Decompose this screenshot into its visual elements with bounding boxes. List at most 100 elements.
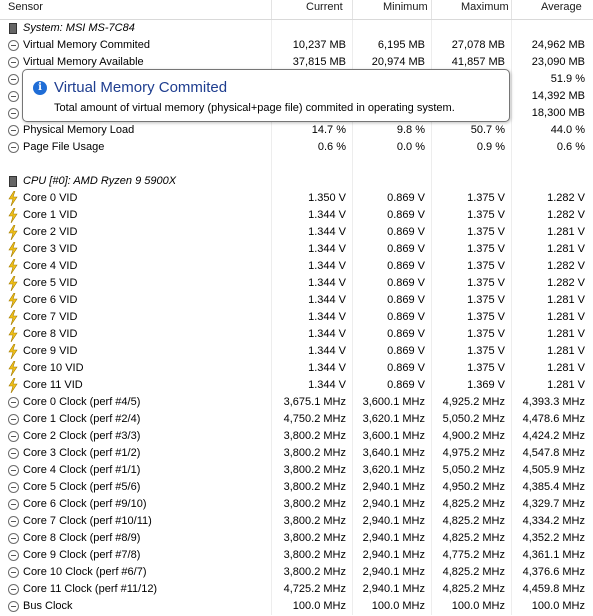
chip-icon [9,176,17,187]
minimum-value: 6,195 MB [377,39,425,51]
table-row[interactable]: Core 2 Clock (perf #3/3) 3,800.2 MHz 3,600… [0,428,593,445]
table-row[interactable]: Core 4 Clock (perf #1/1) 3,800.2 MHz 3,620… [0,462,593,479]
table-row[interactable]: Core 6 Clock (perf #9/10) 3,800.2 MHz 2,94… [0,496,593,513]
table-row[interactable]: Core 4 VID 1.344 V 0.869 V 1.375 V 1.282 V [0,258,593,275]
minimum-value: 0.869 V [387,243,425,255]
column-divider [511,394,512,411]
voltage-bolt-icon [8,276,18,291]
minimum-value: 0.869 V [387,260,425,272]
table-row[interactable]: Core 10 Clock (perf #6/7) 3,800.2 MHz 2,94… [0,564,593,581]
column-divider [431,377,432,394]
column-divider [511,564,512,581]
column-divider [511,360,512,377]
table-row[interactable]: Virtual Memory Commited 10,237 MB 6,195 MB… [0,37,593,54]
column-divider [271,326,272,343]
current-value: 1.344 V [308,226,346,238]
average-value: 4,478.6 MHz [522,413,585,425]
section-header-row[interactable]: System: MSI MS-7C84 [0,20,593,37]
table-row[interactable]: Core 9 VID 1.344 V 0.869 V 1.375 V 1.281 V [0,343,593,360]
column-divider [352,173,353,190]
table-row[interactable]: Core 1 Clock (perf #2/4) 4,750.2 MHz 3,620… [0,411,593,428]
average-value: 23,090 MB [531,56,585,68]
voltage-bolt-icon [8,327,18,342]
table-row[interactable]: Core 8 VID 1.344 V 0.869 V 1.375 V 1.281 V [0,326,593,343]
table-row[interactable]: Core 5 Clock (perf #5/6) 3,800.2 MHz 2,940… [0,479,593,496]
table-row[interactable]: Core 8 Clock (perf #8/9) 3,800.2 MHz 2,940… [0,530,593,547]
table-row[interactable]: Core 11 VID 1.344 V 0.869 V 1.369 V 1.281 V [0,377,593,394]
column-divider[interactable] [271,0,272,19]
table-row[interactable]: Core 10 VID 1.344 V 0.869 V 1.375 V 1.281 V [0,360,593,377]
sensor-name: Core 4 VID [23,260,78,272]
table-row[interactable]: Bus Clock 100.0 MHz 100.0 MHz 100.0 MHz 100.… [0,598,593,615]
tooltip-title: Virtual Memory Commited [54,79,228,96]
sensor-name: CPU [#0]: AMD Ryzen 9 5900X [23,175,177,187]
header-sensor[interactable]: Sensor [8,0,43,19]
table-row[interactable]: Physical Memory Load 14.7 % 9.8 % 50.7 % 44.… [0,122,593,139]
column-divider [511,326,512,343]
header-minimum[interactable]: Minimum [383,0,428,19]
maximum-value: 1.375 V [467,345,505,357]
column-divider [431,530,432,547]
table-row[interactable]: Core 0 VID 1.350 V 0.869 V 1.375 V 1.282 V [0,190,593,207]
table-row[interactable]: Core 3 VID 1.344 V 0.869 V 1.375 V 1.281 V [0,241,593,258]
blank-row[interactable] [0,156,593,173]
column-divider [511,496,512,513]
column-divider [271,547,272,564]
table-row[interactable]: Core 7 Clock (perf #10/11) 3,800.2 MHz 2,9… [0,513,593,530]
maximum-value: 4,825.2 MHz [442,498,505,510]
header-maximum[interactable]: Maximum [461,0,509,19]
column-divider[interactable] [431,0,432,19]
table-row[interactable]: Core 3 Clock (perf #1/2) 3,800.2 MHz 3,640… [0,445,593,462]
sensor-name: System: MSI MS-7C84 [23,22,135,34]
table-row[interactable]: Core 5 VID 1.344 V 0.869 V 1.375 V 1.282 V [0,275,593,292]
maximum-value: 5,050.2 MHz [442,413,505,425]
gauge-icon [8,465,19,476]
maximum-value: 0.9 % [476,141,505,153]
average-value: 4,334.2 MHz [522,515,585,527]
column-divider [352,377,353,394]
column-divider [271,139,272,156]
table-row[interactable]: Core 11 Clock (perf #11/12) 4,725.2 MHz 2,… [0,581,593,598]
average-value: 4,352.2 MHz [522,532,585,544]
table-row[interactable]: Core 6 VID 1.344 V 0.869 V 1.375 V 1.281 V [0,292,593,309]
table-row[interactable]: Core 7 VID 1.344 V 0.869 V 1.375 V 1.281 V [0,309,593,326]
column-divider [352,411,353,428]
current-value: 4,750.2 MHz [283,413,346,425]
table-row[interactable]: Core 9 Clock (perf #7/8) 3,800.2 MHz 2,940… [0,547,593,564]
current-value: 1.344 V [308,379,346,391]
column-divider [431,479,432,496]
column-divider [431,496,432,513]
column-divider [511,547,512,564]
sensor-name: Core 11 Clock (perf #11/12) [23,583,158,595]
minimum-value: 0.869 V [387,311,425,323]
current-value: 1.344 V [308,345,346,357]
sensor-name: Core 0 Clock (perf #4/5) [23,396,141,408]
column-divider [511,479,512,496]
column-divider [511,54,512,71]
header-average[interactable]: Average [541,0,582,19]
current-value: 3,800.2 MHz [283,549,346,561]
sensor-name: Core 2 Clock (perf #3/3) [23,430,141,442]
column-divider [431,139,432,156]
section-header-row[interactable]: CPU [#0]: AMD Ryzen 9 5900X [0,173,593,190]
maximum-value: 1.375 V [467,328,505,340]
table-row[interactable]: Page File Usage 0.6 % 0.0 % 0.9 % 0.6 % [0,139,593,156]
column-divider [511,105,512,122]
column-divider [271,20,272,37]
header-current[interactable]: Current [306,0,343,19]
table-row[interactable]: Core 0 Clock (perf #4/5) 3,675.1 MHz 3,600… [0,394,593,411]
column-divider [271,292,272,309]
minimum-value: 2,940.1 MHz [362,498,425,510]
column-divider [511,275,512,292]
table-row[interactable]: Core 1 VID 1.344 V 0.869 V 1.375 V 1.282 V [0,207,593,224]
column-divider [352,326,353,343]
column-divider[interactable] [511,0,512,19]
average-value: 4,361.1 MHz [522,549,585,561]
column-divider [352,479,353,496]
column-divider [511,411,512,428]
column-divider [271,564,272,581]
column-divider[interactable] [352,0,353,19]
current-value: 3,800.2 MHz [283,566,346,578]
table-row[interactable]: Core 2 VID 1.344 V 0.869 V 1.375 V 1.281 V [0,224,593,241]
sensor-name: Page File Usage [23,141,105,153]
